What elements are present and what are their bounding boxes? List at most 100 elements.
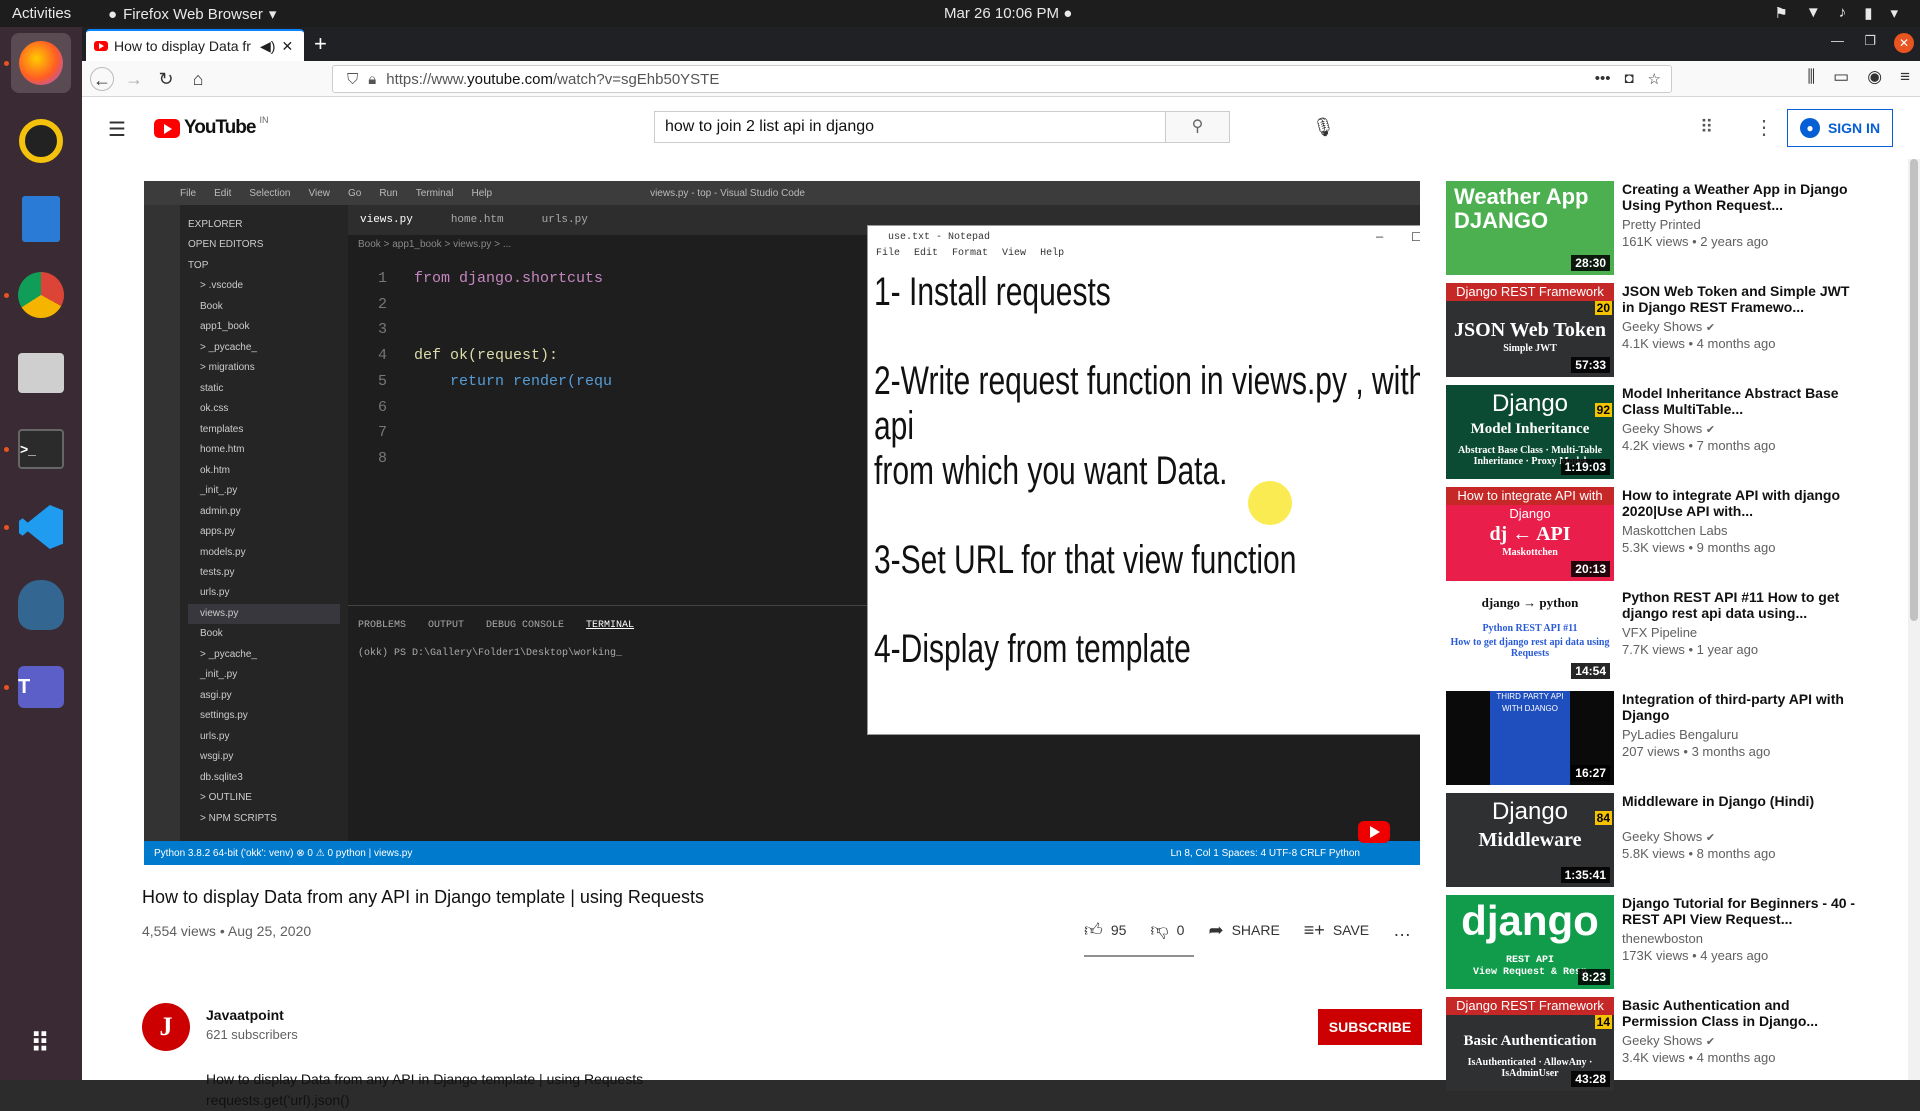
close-window-icon[interactable]: ✕ <box>1894 33 1914 53</box>
activities-button[interactable]: Activities <box>12 5 71 22</box>
recommendation-title[interactable]: Basic Authentication and Permission Clas… <box>1622 997 1862 1029</box>
thumbnail-text: dj ← API <box>1489 523 1571 545</box>
youtube-watermark-icon[interactable] <box>1358 821 1390 843</box>
save-button[interactable]: ≡+ SAVE <box>1304 920 1369 941</box>
recommendation-item[interactable]: Django 92 Model Inheritance Abstract Base C… <box>1446 385 1866 487</box>
apps-grid-icon[interactable]: ⠿ <box>1700 117 1713 138</box>
more-vert-icon[interactable]: ⋮ <box>1754 115 1774 140</box>
sidebar-icon[interactable]: ▭ <box>1833 67 1849 87</box>
tab-youtube[interactable]: How to display Data fr ◀) ✕ <box>86 29 304 61</box>
thumbnail-banner: THIRD PARTY API WITH DJANGO <box>1490 691 1570 785</box>
recommendation-title[interactable]: JSON Web Token and Simple JWT in Django … <box>1622 283 1862 315</box>
recommendation-item[interactable]: THIRD PARTY API WITH DJANGO 16:27 Integrat… <box>1446 691 1866 793</box>
channel-avatar[interactable]: J <box>142 1003 190 1051</box>
shield-icon[interactable]: ⛉ <box>347 71 358 88</box>
new-tab-button[interactable]: + <box>314 31 327 57</box>
home-button[interactable]: ⌂ <box>186 67 210 91</box>
recommendation-channel[interactable]: VFX Pipeline <box>1622 625 1862 640</box>
more-actions-icon[interactable]: … <box>1393 920 1411 941</box>
lock-icon[interactable]: 🔒︎ <box>368 71 376 88</box>
verified-check-icon: ✔ <box>1705 832 1716 844</box>
vscode-icon[interactable] <box>11 497 71 557</box>
youtube-logo[interactable]: YouTube IN <box>154 115 269 139</box>
sign-in-button[interactable]: ● SIGN IN <box>1787 109 1893 147</box>
rhythmbox-icon[interactable] <box>11 111 71 171</box>
recommendation-channel[interactable]: PyLadies Bengaluru <box>1622 727 1862 742</box>
recommendation-channel[interactable]: Pretty Printed <box>1622 217 1862 232</box>
app-menu[interactable]: ● Firefox Web Browser ▾ <box>108 5 276 24</box>
recommendation-title[interactable]: Creating a Weather App in Django Using P… <box>1622 181 1862 213</box>
menu-icon[interactable]: ≡ <box>1900 67 1910 87</box>
search-input[interactable] <box>655 112 1165 142</box>
system-tray[interactable]: ⚑ ▼ ♪ ▮ ▾ <box>1774 4 1898 22</box>
recommendation-item[interactable]: Django 84 Middleware 1:35:41 Middleware in D… <box>1446 793 1866 895</box>
libreoffice-writer-icon[interactable] <box>11 189 71 249</box>
recommendation-item[interactable]: How to integrate API with Django dj ← API… <box>1446 487 1866 589</box>
explorer-item: static <box>200 382 224 394</box>
recommendation-item[interactable]: django → python Python REST API #11 How to… <box>1446 589 1866 691</box>
recommendation-title[interactable]: Model Inheritance Abstract Base Class Mu… <box>1622 385 1862 417</box>
back-button[interactable]: ← <box>90 67 114 91</box>
recommendation-channel[interactable]: Geeky Shows ✔ <box>1622 319 1862 334</box>
recommendation-channel[interactable]: thenewboston <box>1622 931 1862 946</box>
close-tab-icon[interactable]: ✕ <box>281 38 293 55</box>
clock[interactable]: Mar 26 10:06 PM ● <box>944 5 1072 22</box>
microphone-icon[interactable]: 🎙︎ <box>1312 117 1335 138</box>
account-icon[interactable]: ◉ <box>1867 67 1882 87</box>
video-thumbnail[interactable]: Django REST Framework 20 JSON Web Token Sim… <box>1446 283 1614 377</box>
recommendation-channel[interactable]: Geeky Shows ✔ <box>1622 1033 1862 1048</box>
video-thumbnail[interactable]: Django 84 Middleware 1:35:41 <box>1446 793 1614 887</box>
recommendations: Weather App DJANGO 28:30 Creating a Weathe… <box>1446 181 1866 1099</box>
recommendation-channel[interactable]: Geeky Shows ✔ <box>1622 829 1862 844</box>
video-thumbnail[interactable]: Weather App DJANGO 28:30 <box>1446 181 1614 275</box>
recommendation-item[interactable]: Django REST Framework 20 JSON Web Token Sim… <box>1446 283 1866 385</box>
app-grid-icon[interactable]: ⠿ <box>11 1013 71 1073</box>
search-button[interactable]: ⚲ <box>1165 112 1229 142</box>
restore-icon[interactable]: ❐ <box>1864 33 1876 49</box>
files-icon[interactable] <box>11 343 71 403</box>
dislike-button[interactable]: 👎︎ 0 <box>1150 919 1184 941</box>
video-thumbnail[interactable]: How to integrate API with Django dj ← API… <box>1446 487 1614 581</box>
chrome-icon[interactable] <box>11 265 71 325</box>
library-icon[interactable]: ⫼ <box>1807 67 1815 87</box>
firefox-icon[interactable] <box>11 33 71 93</box>
video-thumbnail[interactable]: Django REST Framework 14 Basic Authenticat… <box>1446 997 1614 1091</box>
recommendation-item[interactable]: Django REST Framework 14 Basic Authenticat… <box>1446 997 1866 1099</box>
reload-button[interactable]: ↻ <box>154 67 178 91</box>
subscribe-button[interactable]: SUBSCRIBE <box>1318 1009 1422 1045</box>
video-thumbnail[interactable]: django → python Python REST API #11 How to… <box>1446 589 1614 683</box>
minimize-icon[interactable]: — <box>1831 33 1844 48</box>
youtube-wordmark: YouTube <box>184 117 256 138</box>
video-meta: 4,554 views • Aug 25, 2020 <box>142 923 312 939</box>
page-scrollbar[interactable] <box>1908 159 1920 1080</box>
recommendation-title[interactable]: Middleware in Django (Hindi) <box>1622 793 1862 825</box>
video-thumbnail[interactable]: Django 92 Model Inheritance Abstract Base C… <box>1446 385 1614 479</box>
recommendation-item[interactable]: django REST API View Request & Resp 8:23 Dja… <box>1446 895 1866 997</box>
recommendation-title[interactable]: How to integrate API with django 2020|Us… <box>1622 487 1862 519</box>
terminal-icon[interactable]: >_ <box>11 419 71 479</box>
page-actions-icon[interactable]: ••• <box>1595 70 1611 88</box>
notepad-text: 1- Install requests 2-Write request func… <box>868 266 1420 720</box>
recommendation-title[interactable]: Integration of third-party API with Djan… <box>1622 691 1862 723</box>
video-thumbnail[interactable]: THIRD PARTY API WITH DJANGO 16:27 <box>1446 691 1614 785</box>
url-bar[interactable]: ⛉ 🔒︎ https://www.youtube.com/watch?v=sgE… <box>332 65 1672 93</box>
recommendation-channel[interactable]: Maskottchen Labs <box>1622 523 1862 538</box>
speaker-icon[interactable]: ◀) <box>260 38 275 55</box>
video-thumbnail[interactable]: django REST API View Request & Resp 8:23 <box>1446 895 1614 989</box>
postgres-icon[interactable] <box>11 575 71 635</box>
like-button[interactable]: 👍︎ 95 <box>1084 919 1126 941</box>
teams-icon[interactable]: T <box>11 657 71 717</box>
pocket-icon[interactable]: ◘ <box>1624 70 1633 88</box>
recommendation-title[interactable]: Python REST API #11 How to get django re… <box>1622 589 1862 621</box>
bookmark-star-icon[interactable]: ☆ <box>1648 70 1661 88</box>
channel-name[interactable]: Javaatpoint <box>206 1007 284 1023</box>
country-code: IN <box>259 115 269 125</box>
recommendation-title[interactable]: Django Tutorial for Beginners - 40 - RES… <box>1622 895 1862 927</box>
recommendation-channel[interactable]: Geeky Shows ✔ <box>1622 421 1862 436</box>
forward-button[interactable]: → <box>122 67 146 91</box>
share-button[interactable]: ➦ SHARE <box>1208 920 1279 941</box>
video-player[interactable]: File Edit Selection View Go Run Terminal Help v… <box>144 181 1420 865</box>
recommendation-item[interactable]: Weather App DJANGO 28:30 Creating a Weathe… <box>1446 181 1866 283</box>
hamburger-menu-icon[interactable]: ☰ <box>108 117 126 142</box>
scrollbar-thumb[interactable] <box>1910 159 1918 621</box>
